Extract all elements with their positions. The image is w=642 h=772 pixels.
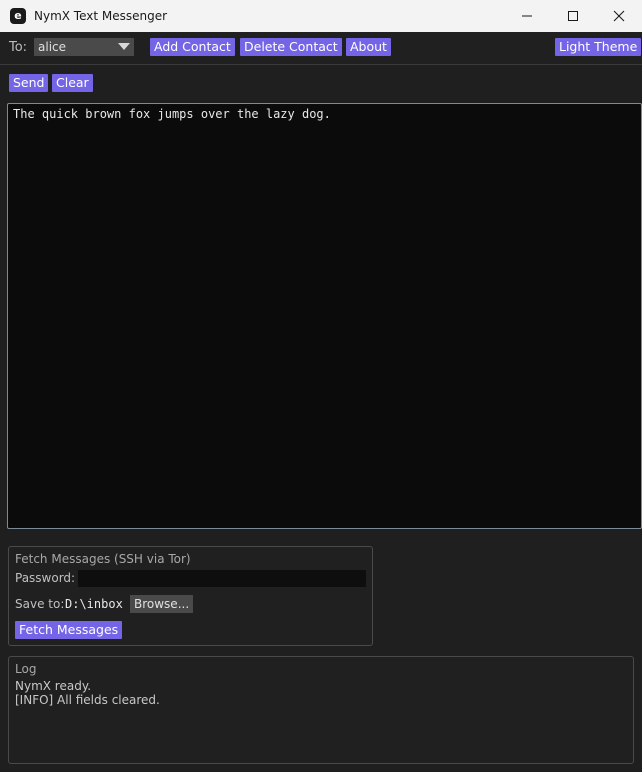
maximize-button[interactable] <box>550 0 596 32</box>
save-path-value: D:\inbox <box>65 597 123 611</box>
message-textarea[interactable]: The quick brown fox jumps over the lazy … <box>7 103 642 529</box>
clear-button[interactable]: Clear <box>52 74 93 92</box>
add-contact-button[interactable]: Add Contact <box>150 38 235 56</box>
toolbar: To: alice Add Contact Delete Contact Abo… <box>0 32 642 65</box>
about-button[interactable]: About <box>346 38 391 56</box>
recipient-selected-value: alice <box>38 40 67 54</box>
fetch-messages-button[interactable]: Fetch Messages <box>15 621 123 639</box>
log-line: NymX ready. <box>15 679 92 693</box>
log-panel <box>8 656 634 764</box>
password-label: Password: <box>15 571 76 585</box>
close-icon <box>613 10 625 22</box>
delete-contact-button[interactable]: Delete Contact <box>240 38 342 56</box>
password-input[interactable] <box>78 570 366 587</box>
recipient-select[interactable]: alice <box>34 38 134 56</box>
app-icon: e <box>10 8 26 24</box>
window-title: NymX Text Messenger <box>34 9 168 23</box>
send-button[interactable]: Send <box>9 74 49 92</box>
fetch-panel-title: Fetch Messages (SSH via Tor) <box>15 552 191 566</box>
theme-toggle-button[interactable]: Light Theme <box>555 38 642 56</box>
minimize-icon <box>522 15 532 17</box>
minimize-button[interactable] <box>504 0 550 32</box>
browse-button[interactable]: Browse... <box>130 595 194 613</box>
log-title: Log <box>15 662 37 676</box>
close-button[interactable] <box>596 0 642 32</box>
window-controls <box>504 0 642 32</box>
to-label: To: <box>9 40 28 55</box>
chevron-down-icon <box>118 43 130 50</box>
message-text: The quick brown fox jumps over the lazy … <box>13 107 331 121</box>
maximize-icon <box>568 11 578 21</box>
log-line: [INFO] All fields cleared. <box>15 693 160 707</box>
save-to-label: Save to: <box>15 597 65 611</box>
title-bar: e NymX Text Messenger <box>0 0 642 32</box>
